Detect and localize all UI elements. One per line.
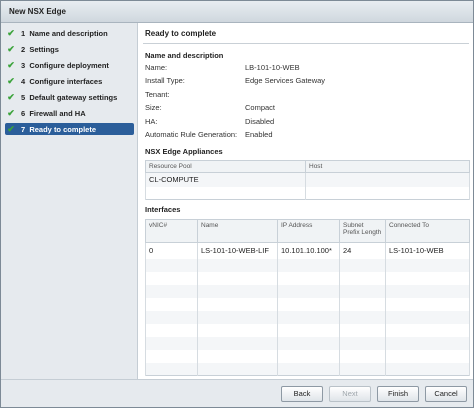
wizard-window: New NSX Edge ✔ 1 Name and description ✔ …	[0, 0, 474, 408]
table-row	[145, 323, 470, 337]
name-description-heading: Name and description	[145, 51, 224, 60]
step-ready-to-complete[interactable]: ✔ 7 Ready to complete	[5, 123, 134, 135]
table-cell: CL-COMPUTE	[145, 172, 306, 187]
appliances-table: Resource Pool Host CL-COMPUTE	[145, 160, 470, 200]
table-row[interactable]: CL-COMPUTE	[145, 172, 470, 187]
field-label: Size:	[145, 103, 162, 112]
wizard-steps-sidebar: ✔ 1 Name and description ✔ 2 Settings ✔ …	[1, 23, 138, 379]
table-row	[145, 336, 470, 350]
field-value: Enabled	[245, 130, 273, 139]
check-icon: ✔	[7, 27, 15, 38]
table-header-row: Resource Pool Host	[145, 160, 470, 173]
wizard-content: Ready to complete Name and description N…	[139, 23, 473, 379]
table-cell: LS-101-10-WEB	[385, 242, 470, 259]
check-icon: ✔	[7, 59, 15, 70]
table-row	[145, 362, 470, 376]
step-firewall-and-ha[interactable]: ✔ 6 Firewall and HA	[5, 107, 134, 119]
window-title: New NSX Edge	[9, 7, 66, 16]
title-bar: New NSX Edge	[1, 1, 473, 23]
header-divider	[143, 43, 469, 44]
table-row[interactable]: 0 LS-101-10-WEB-LIF 10.101.10.100* 24 LS…	[145, 242, 470, 259]
table-header-row: vNIC# Name IP Address Subnet Prefix Leng…	[145, 219, 470, 243]
step-label: 4 Configure interfaces	[21, 76, 103, 86]
field-value: Compact	[245, 103, 276, 112]
step-label: 7 Ready to complete	[21, 124, 97, 134]
check-icon: ✔	[7, 91, 15, 102]
column-header[interactable]: Resource Pool	[145, 160, 306, 173]
field-value: Edge Services Gateway	[245, 76, 326, 85]
appliances-heading: NSX Edge Appliances	[145, 147, 223, 156]
step-label: 5 Default gateway settings	[21, 92, 118, 102]
column-header[interactable]: vNIC#	[145, 219, 198, 243]
interfaces-table: vNIC# Name IP Address Subnet Prefix Leng…	[145, 219, 470, 376]
finish-button[interactable]: Finish	[377, 386, 419, 402]
step-label: 6 Firewall and HA	[21, 108, 86, 118]
table-cell: LS-101-10-WEB-LIF	[197, 242, 278, 259]
column-header[interactable]: Name	[197, 219, 278, 243]
table-cell: 24	[339, 242, 386, 259]
table-cell: 10.101.10.100*	[277, 242, 340, 259]
column-header[interactable]: Subnet Prefix Length	[339, 219, 386, 243]
cancel-button[interactable]: Cancel	[425, 386, 467, 402]
table-row	[145, 271, 470, 285]
column-header[interactable]: Host	[305, 160, 470, 173]
step-label: 2 Settings	[21, 44, 59, 54]
table-cell: 0	[145, 242, 198, 259]
field-label: Automatic Rule Generation:	[145, 130, 238, 139]
table-row	[145, 349, 470, 363]
field-label: Install Type:	[145, 76, 185, 85]
interfaces-heading: Interfaces	[145, 205, 181, 214]
step-default-gateway-settings[interactable]: ✔ 5 Default gateway settings	[5, 91, 134, 103]
step-name-and-description[interactable]: ✔ 1 Name and description	[5, 27, 134, 39]
back-button[interactable]: Back	[281, 386, 323, 402]
check-icon: ✔	[7, 123, 15, 134]
field-value: LB-101-10-WEB	[245, 63, 300, 72]
table-row	[145, 284, 470, 298]
step-label: 1 Name and description	[21, 28, 108, 38]
step-configure-deployment[interactable]: ✔ 3 Configure deployment	[5, 59, 134, 71]
table-row	[145, 258, 470, 272]
field-value: Disabled	[245, 117, 275, 126]
step-settings[interactable]: ✔ 2 Settings	[5, 43, 134, 55]
wizard-footer: Back Next Finish Cancel	[1, 379, 473, 407]
table-row	[145, 186, 470, 200]
field-label: Tenant:	[145, 90, 170, 99]
table-row	[145, 297, 470, 311]
table-cell	[305, 172, 470, 187]
field-label: Name:	[145, 63, 168, 72]
column-header[interactable]: Connected To	[385, 219, 470, 243]
next-button[interactable]: Next	[329, 386, 371, 402]
column-header[interactable]: IP Address	[277, 219, 340, 243]
step-configure-interfaces[interactable]: ✔ 4 Configure interfaces	[5, 75, 134, 87]
step-label: 3 Configure deployment	[21, 60, 109, 70]
field-label: HA:	[145, 117, 158, 126]
check-icon: ✔	[7, 43, 15, 54]
check-icon: ✔	[7, 107, 15, 118]
check-icon: ✔	[7, 75, 15, 86]
table-row	[145, 310, 470, 324]
page-title: Ready to complete	[145, 29, 217, 38]
